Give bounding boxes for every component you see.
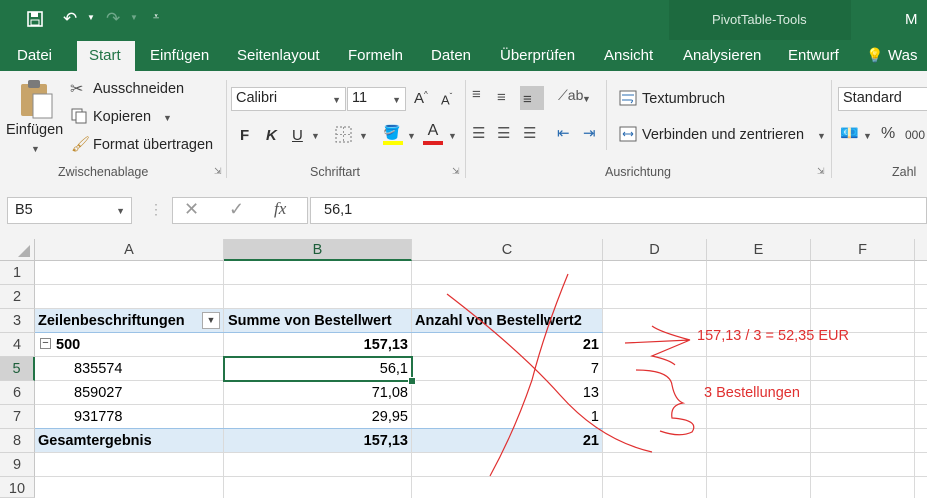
- annotation-orders: 3 Bestellungen: [704, 385, 800, 401]
- strike-line-1: [446, 293, 653, 453]
- handwritten-annotations: [446, 273, 695, 477]
- brace-arrow-2: [635, 369, 695, 436]
- brace-arrow-1: [624, 325, 691, 366]
- strike-line-2: [489, 273, 569, 477]
- annotation-calculation: 157,13 / 3 = 52,35 EUR: [697, 328, 849, 344]
